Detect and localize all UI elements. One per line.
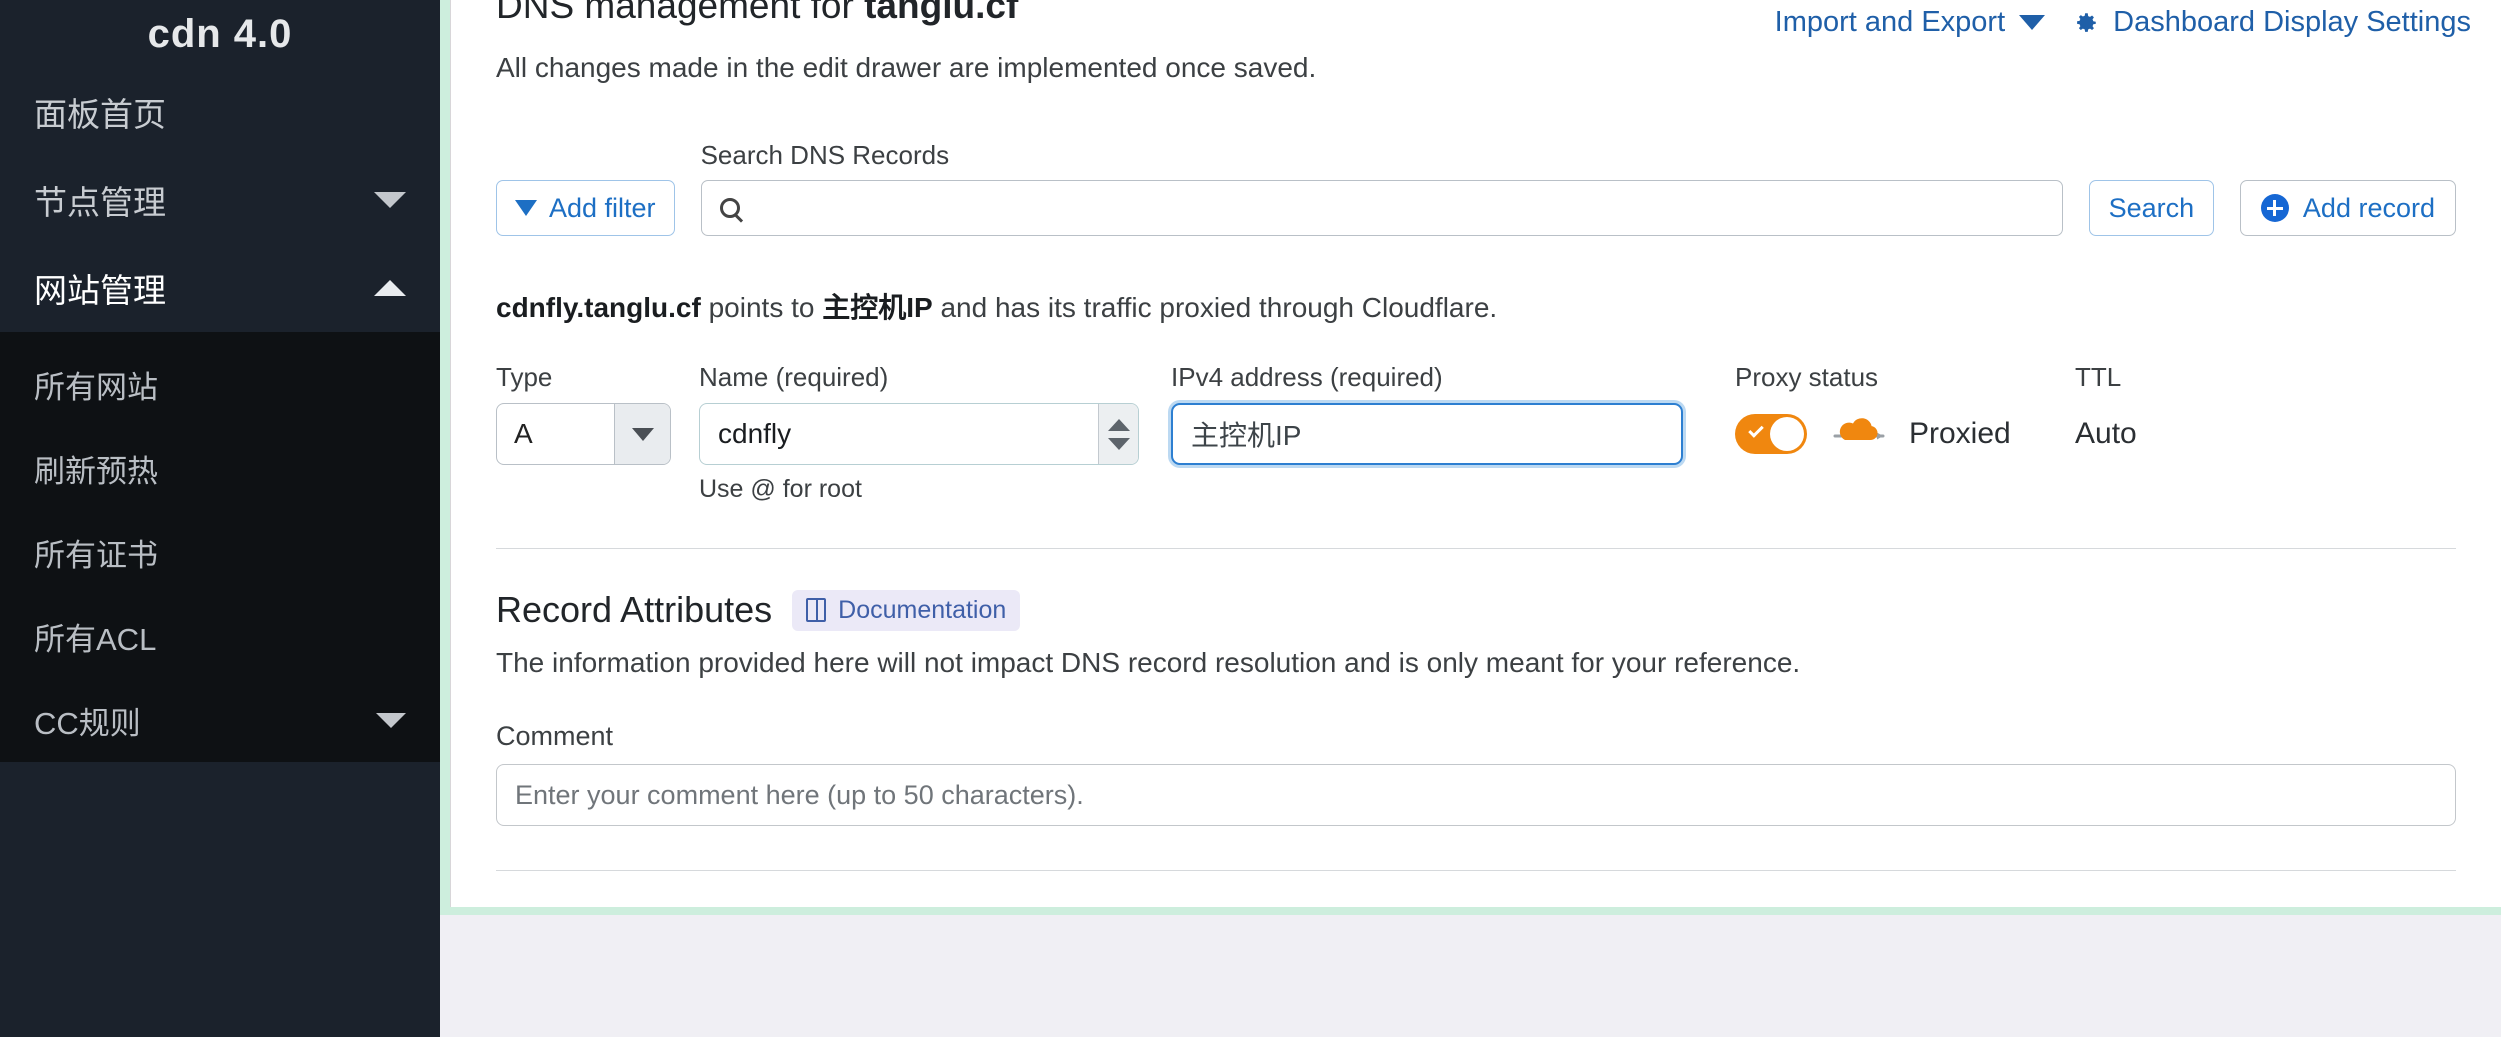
sidebar: cdn 4.0 面板首页 节点管理 网站管理 所有网站 刷新预热 所有证书 所有… [0,0,440,1037]
check-icon [1748,422,1764,438]
name-field-group: Name (required) Use @ for root [699,362,1139,504]
name-hint: Use @ for root [699,475,862,503]
proxy-status-label: Proxy status [1735,362,1879,392]
search-toolbar: Add filter Search DNS Records Search Add… [451,140,2501,236]
page-subtitle: All changes made in the edit drawer are … [496,52,1317,83]
chevron-down-icon [376,712,406,728]
sidebar-subitem-label: 所有证书 [34,537,158,573]
record-summary-mid1: points to [700,292,823,323]
content-area: DNS management for tanglu.cf All changes… [440,0,2501,1037]
record-attributes-description: The information provided here will not i… [496,647,1801,678]
sidebar-item-label: 网站管理 [34,272,166,309]
ttl-label: TTL [2075,362,2122,392]
comment-label: Comment [496,721,614,751]
sidebar-subitem-cc-rules[interactable]: CC规则 [0,678,440,762]
drawer-frame: DNS management for tanglu.cf All changes… [440,0,2501,915]
gear-icon [2073,10,2099,36]
add-filter-label: Add filter [549,192,656,223]
record-attributes-section: Record Attributes Documentation The info… [451,589,2501,679]
ipv4-label: IPv4 address (required) [1171,362,1443,392]
filter-icon [515,200,537,216]
add-record-button[interactable]: Add record [2239,180,2456,236]
sidebar-subitem-label: 刷新预热 [34,453,158,489]
section-divider [496,548,2456,549]
select-chevron-down-icon[interactable] [614,404,670,464]
comment-input[interactable] [497,765,2455,825]
chevron-down-icon [374,192,406,208]
ipv4-input[interactable] [1173,405,1681,463]
comment-field-group: Comment [451,721,2501,826]
sidebar-subitem-refresh-preheat[interactable]: 刷新预热 [0,426,440,510]
proxy-status-value: Proxied [1909,417,2011,450]
ipv4-input-wrap[interactable] [1171,403,1683,465]
brand-logo: cdn 4.0 [147,11,293,56]
dashboard-display-settings-button[interactable]: Dashboard Display Settings [2073,6,2471,39]
stepper-up-icon[interactable] [1107,418,1130,431]
name-stepper[interactable] [1098,404,1138,464]
header-actions: Import and Export Dashboard Display Sett… [1775,6,2471,39]
page-title-domain: tanglu.cf [864,0,1019,26]
sidebar-item-dashboard-home[interactable]: 面板首页 [0,68,440,156]
search-input[interactable] [751,191,2044,225]
comment-input-wrap[interactable] [496,764,2456,826]
name-label: Name (required) [699,362,889,392]
search-icon [719,198,740,218]
sidebar-subitem-all-acl[interactable]: 所有ACL [0,594,440,678]
book-icon [806,598,827,622]
sidebar-submenu: 所有网站 刷新预热 所有证书 所有ACL CC规则 [0,332,440,762]
type-select-value: A [514,418,533,449]
sidebar-subitem-label: 所有网站 [34,369,158,405]
ttl-field-group: TTL Auto [2075,362,2235,465]
app-root: cdn 4.0 面板首页 节点管理 网站管理 所有网站 刷新预热 所有证书 所有… [0,0,2501,1037]
toggle-knob [1770,417,1804,451]
search-button[interactable]: Search [2088,180,2214,236]
page-title-prefix: DNS management for [496,0,865,26]
type-field-group: Type A [496,362,671,465]
search-field-wrap[interactable] [700,180,2063,236]
proxy-status-row: Proxied [1735,403,2075,465]
ttl-value[interactable]: Auto [2075,403,2235,465]
type-label: Type [496,362,553,392]
add-record-label: Add record [2302,192,2435,223]
footer-divider [496,870,2456,871]
record-attributes-title: Record Attributes [496,589,773,630]
plus-circle-icon [2260,194,2289,222]
add-filter-button[interactable]: Add filter [496,180,675,236]
record-summary: cdnfly.tanglu.cf points to 主控机IP and has… [451,286,2501,326]
record-fields-row: Type A Name (required) cdnfly Use @ for … [451,362,2501,504]
cloud-icon [1829,417,1887,452]
record-summary-target: 主控机IP [822,292,933,323]
stepper-down-icon[interactable] [1107,437,1130,450]
record-summary-mid2: and has its traffic proxied through Clou… [932,292,1498,323]
documentation-link[interactable]: Documentation [792,589,1021,631]
sidebar-item-node-management[interactable]: 节点管理 [0,156,440,244]
proxy-status-group: Proxy status Proxied [1735,362,2075,465]
sidebar-subitem-label: 所有ACL [34,621,157,657]
documentation-label: Documentation [838,595,1007,624]
search-label: Search DNS Records [700,140,950,170]
chevron-down-icon [2019,15,2046,30]
sidebar-subitem-label: CC规则 [34,705,141,741]
import-and-export-menu[interactable]: Import and Export [1775,6,2046,39]
sidebar-subitem-all-certificates[interactable]: 所有证书 [0,510,440,594]
record-attributes-title-row: Record Attributes Documentation [496,589,2456,631]
sidebar-item-label: 节点管理 [34,184,166,221]
search-field-group: Search DNS Records [700,140,2063,236]
type-select[interactable]: A [496,403,671,465]
name-input-wrap[interactable] [699,403,1139,465]
sidebar-item-site-management[interactable]: 网站管理 [0,244,440,332]
name-input[interactable] [700,404,1098,464]
sidebar-subitem-all-sites[interactable]: 所有网站 [0,342,440,426]
proxy-toggle[interactable] [1735,414,1807,454]
chevron-up-icon [374,280,406,296]
import-export-label: Import and Export [1774,6,2006,38]
sidebar-item-label: 面板首页 [34,96,166,133]
record-summary-name: cdnfly.tanglu.cf [496,292,701,323]
dns-edit-drawer: DNS management for tanglu.cf All changes… [450,0,2501,907]
ipv4-field-group: IPv4 address (required) [1171,362,1683,465]
dashboard-settings-label: Dashboard Display Settings [2113,6,2471,38]
